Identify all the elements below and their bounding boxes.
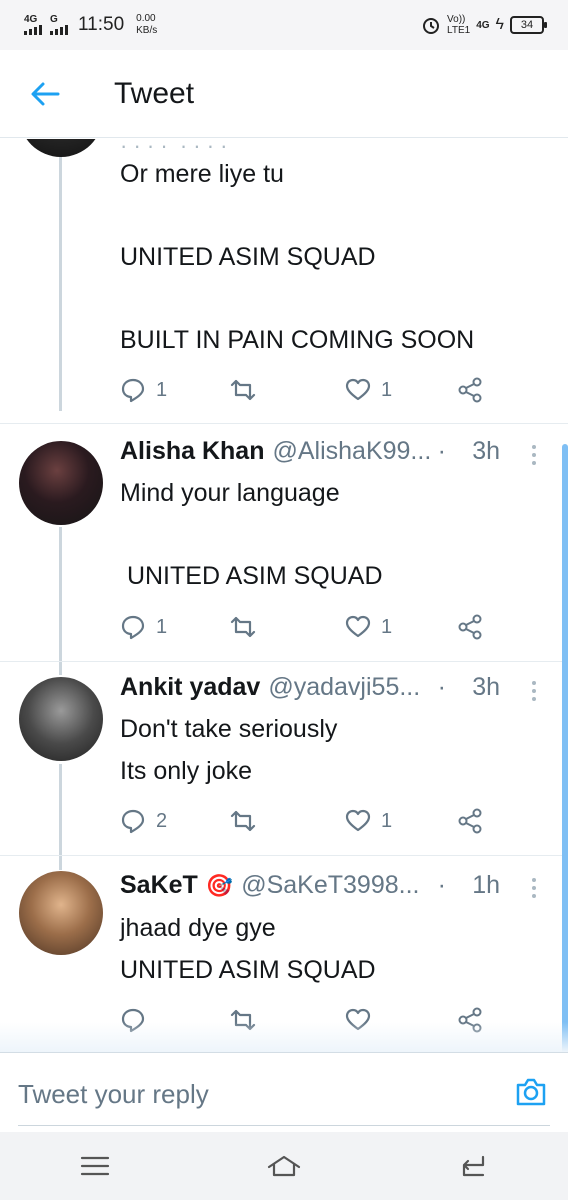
tweet-text: Or mere liye tu bbox=[120, 160, 284, 188]
share-icon bbox=[458, 808, 482, 834]
tweet-text: Its only joke bbox=[120, 757, 253, 785]
avatar[interactable] bbox=[19, 441, 103, 525]
reply-button[interactable]: 2 bbox=[120, 806, 167, 836]
home-icon[interactable] bbox=[266, 1151, 302, 1181]
user-handle[interactable]: @AlishaK99... bbox=[272, 437, 431, 466]
like-button[interactable]: 1 bbox=[345, 612, 392, 642]
divider bbox=[0, 423, 568, 424]
retweet-icon bbox=[230, 616, 256, 638]
clock: 11:50 bbox=[78, 14, 125, 35]
reply-icon bbox=[121, 615, 145, 640]
scrollbar[interactable] bbox=[562, 444, 568, 1052]
reply-feed[interactable]: · · · · · · · · Or mere liye tu UNITED A… bbox=[0, 139, 568, 1052]
heart-icon bbox=[345, 809, 371, 832]
display-name[interactable]: SaKeT bbox=[120, 871, 198, 900]
display-name[interactable]: Ankit yadav bbox=[120, 673, 260, 702]
like-button[interactable]: 1 bbox=[345, 806, 392, 836]
alarm-icon bbox=[423, 18, 440, 34]
sim1-signal-icon: 4G bbox=[24, 15, 42, 35]
thread-line bbox=[59, 139, 62, 411]
reply-button[interactable]: 1 bbox=[120, 375, 167, 405]
page-title: Tweet bbox=[114, 76, 195, 110]
like-button[interactable]: 1 bbox=[345, 375, 392, 405]
battery-icon: 34 bbox=[510, 16, 547, 34]
truncated-line: · · · · · · · · bbox=[120, 139, 228, 158]
back-nav-icon[interactable] bbox=[455, 1151, 491, 1181]
avatar[interactable] bbox=[19, 871, 103, 955]
status-bar: 4G G 11:50 0.00 KB/s Vo)) LTE1 4G ϟ 34 bbox=[0, 0, 568, 50]
separator: · bbox=[437, 673, 446, 701]
timestamp: 3h bbox=[472, 437, 500, 465]
share-button[interactable] bbox=[457, 806, 483, 836]
tweet-text: jhaad dye gye bbox=[120, 914, 276, 942]
app-header: Tweet bbox=[0, 50, 568, 138]
more-options-icon[interactable] bbox=[532, 445, 538, 465]
timestamp: 3h bbox=[472, 673, 500, 701]
tweet-actions: 1 1 bbox=[120, 375, 500, 405]
avatar[interactable] bbox=[19, 139, 103, 157]
heart-icon bbox=[345, 378, 371, 401]
thread-line bbox=[59, 527, 62, 675]
mobile-data-icon: 4G bbox=[476, 19, 490, 31]
tweet-header: SaKeT 🎯 @SaKeT3998... · 1h bbox=[120, 871, 538, 900]
avatar[interactable] bbox=[19, 677, 103, 761]
menu-icon[interactable] bbox=[77, 1151, 113, 1181]
volte-indicator: Vo)) LTE1 bbox=[447, 14, 471, 36]
tweet-text: Don't take seriously bbox=[120, 715, 338, 743]
back-button[interactable] bbox=[0, 50, 90, 138]
reply-button[interactable]: 1 bbox=[120, 612, 167, 642]
divider bbox=[0, 661, 568, 662]
separator: · bbox=[437, 871, 446, 899]
reply-input[interactable]: Tweet your reply bbox=[18, 1079, 209, 1110]
display-name[interactable]: Alisha Khan bbox=[120, 437, 264, 466]
tweet-actions: 2 1 bbox=[120, 806, 500, 836]
tweet-text: UNITED ASIM SQUAD bbox=[120, 956, 376, 984]
share-icon bbox=[458, 377, 482, 403]
tweet-text: BUILT IN PAIN COMING SOON bbox=[120, 326, 475, 354]
share-button[interactable] bbox=[457, 375, 483, 405]
retweet-icon bbox=[230, 379, 256, 401]
user-handle[interactable]: @SaKeT3998... bbox=[241, 871, 419, 900]
retweet-icon bbox=[230, 810, 256, 832]
user-handle[interactable]: @yadavji55... bbox=[268, 673, 420, 702]
tweet-header: Ankit yadav @yadavji55... · 3h bbox=[120, 673, 538, 702]
tweet-text: UNITED ASIM SQUAD bbox=[120, 562, 383, 590]
tweet-text: UNITED ASIM SQUAD bbox=[120, 243, 376, 271]
tweet-text: Mind your language bbox=[120, 479, 340, 507]
divider bbox=[0, 855, 568, 856]
tweet-header: Alisha Khan @AlishaK99... · 3h bbox=[120, 437, 538, 466]
share-button[interactable] bbox=[457, 612, 483, 642]
camera-icon bbox=[516, 1078, 546, 1106]
scroll-fade bbox=[0, 1022, 568, 1052]
more-options-icon[interactable] bbox=[532, 681, 538, 701]
reply-icon bbox=[121, 809, 145, 834]
input-underline bbox=[18, 1125, 550, 1126]
share-icon bbox=[458, 614, 482, 640]
reply-composer: Tweet your reply bbox=[0, 1052, 568, 1132]
retweet-button[interactable] bbox=[230, 806, 266, 836]
sim2-signal-icon: G bbox=[50, 15, 68, 35]
camera-button[interactable] bbox=[514, 1075, 548, 1109]
back-arrow-icon bbox=[31, 82, 60, 105]
tweet-actions: 1 1 bbox=[120, 612, 500, 642]
charging-icon: ϟ bbox=[495, 16, 504, 33]
network-speed: 0.00 KB/s bbox=[136, 13, 158, 36]
timestamp: 1h bbox=[472, 871, 500, 899]
retweet-button[interactable] bbox=[230, 375, 266, 405]
reply-icon bbox=[121, 378, 145, 403]
retweet-button[interactable] bbox=[230, 612, 266, 642]
separator: · bbox=[437, 437, 446, 465]
direct-hit-emoji: 🎯 bbox=[205, 873, 234, 898]
heart-icon bbox=[345, 615, 371, 638]
more-options-icon[interactable] bbox=[532, 878, 538, 898]
system-nav-bar bbox=[0, 1132, 568, 1200]
